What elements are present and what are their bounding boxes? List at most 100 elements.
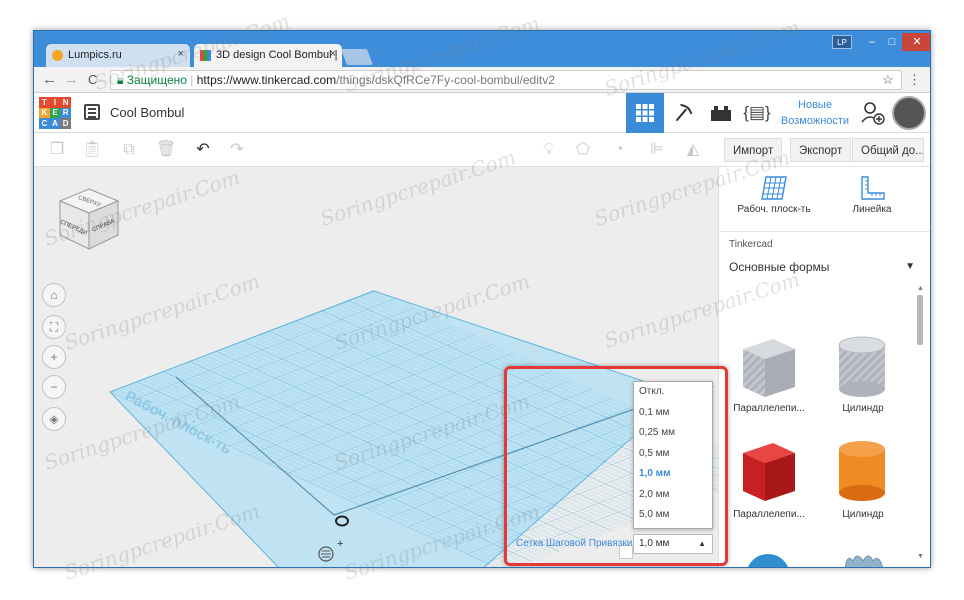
- duplicate-icon[interactable]: ⧉: [120, 141, 138, 159]
- minimize-icon[interactable]: –: [862, 33, 882, 51]
- panel-scrollbar[interactable]: ▲ ▼: [917, 285, 925, 565]
- workplane-grid-icon: [761, 176, 787, 200]
- snap-grid-label: Сетка Шаговой Привязки: [516, 538, 633, 549]
- tab-close-icon[interactable]: ×: [330, 48, 336, 60]
- url-host: https://www.tinkercad.com: [196, 73, 337, 87]
- scrollbar-thumb[interactable]: [917, 295, 923, 345]
- reload-icon[interactable]: C: [88, 72, 97, 87]
- browser-menu-icon[interactable]: ⋮: [908, 72, 921, 88]
- shape-label: Параллелепи...: [733, 509, 805, 520]
- svg-text:+: +: [337, 538, 343, 550]
- logo-tile: N: [60, 97, 71, 108]
- cylinder-shape-gray[interactable]: [835, 335, 889, 399]
- scroll-down-icon[interactable]: ▼: [917, 553, 924, 560]
- ruler-tool-label: Линейка: [852, 204, 892, 215]
- paste-icon[interactable]: 📋︎: [82, 141, 102, 159]
- snap-grid-menu[interactable]: Откл. 0,1 мм 0,25 мм 0,5 мм 1,0 мм 2,0 м…: [633, 381, 713, 529]
- tab-close-icon[interactable]: ×: [178, 48, 184, 60]
- design-title[interactable]: Cool Bombul: [110, 105, 184, 120]
- snap-option[interactable]: Откл.: [634, 382, 712, 403]
- perspective-icon[interactable]: ◈: [42, 407, 66, 431]
- view-cube[interactable]: СВЕРХУ СПЕРЕДИ СПРАВА: [54, 185, 124, 255]
- workplane-tool-button[interactable]: Рабоч. плоск-ть: [729, 175, 819, 215]
- brick-icon: [711, 106, 731, 121]
- pickaxe-icon: [675, 104, 693, 122]
- lumpics-favicon-icon: [52, 50, 63, 61]
- copy-icon[interactable]: ❐: [48, 141, 66, 159]
- add-user-button[interactable]: [854, 93, 892, 133]
- fit-view-icon[interactable]: ⛶: [42, 315, 66, 339]
- bookmark-star-icon[interactable]: ☆: [882, 72, 894, 88]
- tab-lumpics[interactable]: Lumpics.ru ×: [46, 44, 190, 68]
- new-features-line2: Возможности: [780, 115, 850, 127]
- workplane-tool-label: Рабоч. плоск-ть: [737, 204, 811, 215]
- scribble-shape[interactable]: [839, 551, 889, 568]
- snap-option-selected[interactable]: 1,0 мм: [634, 464, 712, 485]
- dropdown-caret-icon: ▲: [698, 539, 706, 548]
- tinkercad-header: TINKERCAD Cool Bombul {▤} Новые Возможно…: [34, 93, 930, 133]
- box-shape-gray[interactable]: [737, 335, 799, 399]
- light-bulb-icon[interactable]: 💡︎: [540, 141, 558, 159]
- shapes-panel: Рабоч. плоск-ть Линейка Tinkercad Основн…: [718, 167, 930, 568]
- grid-icon: [636, 104, 654, 122]
- screenshot-frame: Lumpics.ru × 3D design Cool Bombul | × L…: [0, 0, 964, 600]
- snap-grid-select[interactable]: 1,0 мм ▲: [633, 534, 713, 554]
- logo-tile: C: [39, 118, 50, 129]
- export-button[interactable]: Экспорт: [790, 138, 852, 162]
- share-button[interactable]: Общий до...: [852, 138, 924, 162]
- workplane-canvas[interactable]: Рабоч. плоск-ть +: [34, 167, 718, 568]
- 3d-viewport[interactable]: Рабоч. плоск-ть + СВЕРХУ СПЕРЕДИ СПРАВА …: [34, 167, 718, 568]
- mirror-icon[interactable]: ◭: [684, 141, 702, 159]
- delete-icon[interactable]: 🗑︎: [156, 141, 176, 159]
- editor-toolbar: ❐ 📋︎ ⧉ 🗑︎ ↶ ↷ 💡︎ ⬠ ◔ ⊫ ◭ Импорт Экспорт …: [34, 133, 930, 167]
- forward-arrow-icon[interactable]: →: [64, 71, 79, 88]
- cylinder-shape-orange[interactable]: [835, 439, 889, 503]
- tinkercad-logo[interactable]: TINKERCAD: [39, 97, 71, 129]
- logo-tile: R: [60, 107, 71, 119]
- bricks-view-button[interactable]: [702, 93, 740, 133]
- zoom-out-icon[interactable]: −: [42, 375, 66, 399]
- shape-label: Цилиндр: [842, 509, 884, 520]
- snap-option[interactable]: 0,5 мм: [634, 444, 712, 465]
- 3d-view-button[interactable]: [626, 93, 664, 133]
- codeblocks-view-button[interactable]: {▤}: [738, 93, 776, 133]
- undo-icon[interactable]: ↶: [194, 141, 212, 159]
- box-shape-red[interactable]: [737, 439, 799, 503]
- browser-titlebar: Lumpics.ru × 3D design Cool Bombul | × L…: [34, 31, 930, 68]
- browser-window: Lumpics.ru × 3D design Cool Bombul | × L…: [33, 30, 931, 568]
- user-avatar[interactable]: [892, 96, 926, 130]
- logo-tile: I: [49, 97, 61, 108]
- snap-option[interactable]: 2,0 мм: [634, 485, 712, 506]
- profile-badge[interactable]: LP: [832, 35, 852, 49]
- new-tab-button[interactable]: [341, 49, 373, 65]
- dropdown-caret-icon: ▼: [905, 261, 915, 272]
- ruler-tool-button[interactable]: Линейка: [837, 175, 907, 215]
- scroll-up-icon[interactable]: ▲: [917, 285, 924, 292]
- address-bar-row: ← → C 🔒︎ Защищено | https://www.tinkerca…: [34, 67, 930, 93]
- zoom-in-icon[interactable]: +: [42, 345, 66, 369]
- import-button[interactable]: Импорт: [724, 138, 783, 162]
- home-view-icon[interactable]: ⌂: [42, 283, 66, 307]
- shape-library-select[interactable]: Основные формы ▼: [729, 255, 915, 279]
- library-value: Основные формы: [729, 260, 830, 274]
- snap-option[interactable]: 5,0 мм: [634, 505, 712, 526]
- url-field[interactable]: 🔒︎ Защищено | https://www.tinkercad.com/…: [110, 70, 902, 90]
- redo-icon[interactable]: ↷: [228, 141, 246, 159]
- maximize-icon[interactable]: □: [882, 33, 902, 51]
- group-icon[interactable]: ⬠: [574, 141, 592, 159]
- logo-tile: D: [60, 118, 71, 129]
- tab-tinkercad[interactable]: 3D design Cool Bombul | ×: [194, 44, 342, 68]
- close-window-icon[interactable]: ✕: [902, 33, 930, 51]
- back-arrow-icon[interactable]: ←: [42, 71, 57, 88]
- snap-option[interactable]: 0,1 мм: [634, 403, 712, 424]
- ungroup-icon[interactable]: ◔: [610, 141, 628, 159]
- blocks-view-button[interactable]: [664, 93, 702, 133]
- panel-divider: [719, 231, 930, 232]
- new-features-link[interactable]: Новые Возможности: [778, 97, 852, 129]
- sphere-shape-blue[interactable]: [743, 551, 793, 568]
- tab-label: Lumpics.ru: [68, 49, 122, 61]
- secure-label: Защищено: [126, 73, 187, 87]
- snap-option[interactable]: 0,25 мм: [634, 423, 712, 444]
- align-icon[interactable]: ⊫: [648, 141, 666, 159]
- designs-list-icon[interactable]: [84, 104, 100, 120]
